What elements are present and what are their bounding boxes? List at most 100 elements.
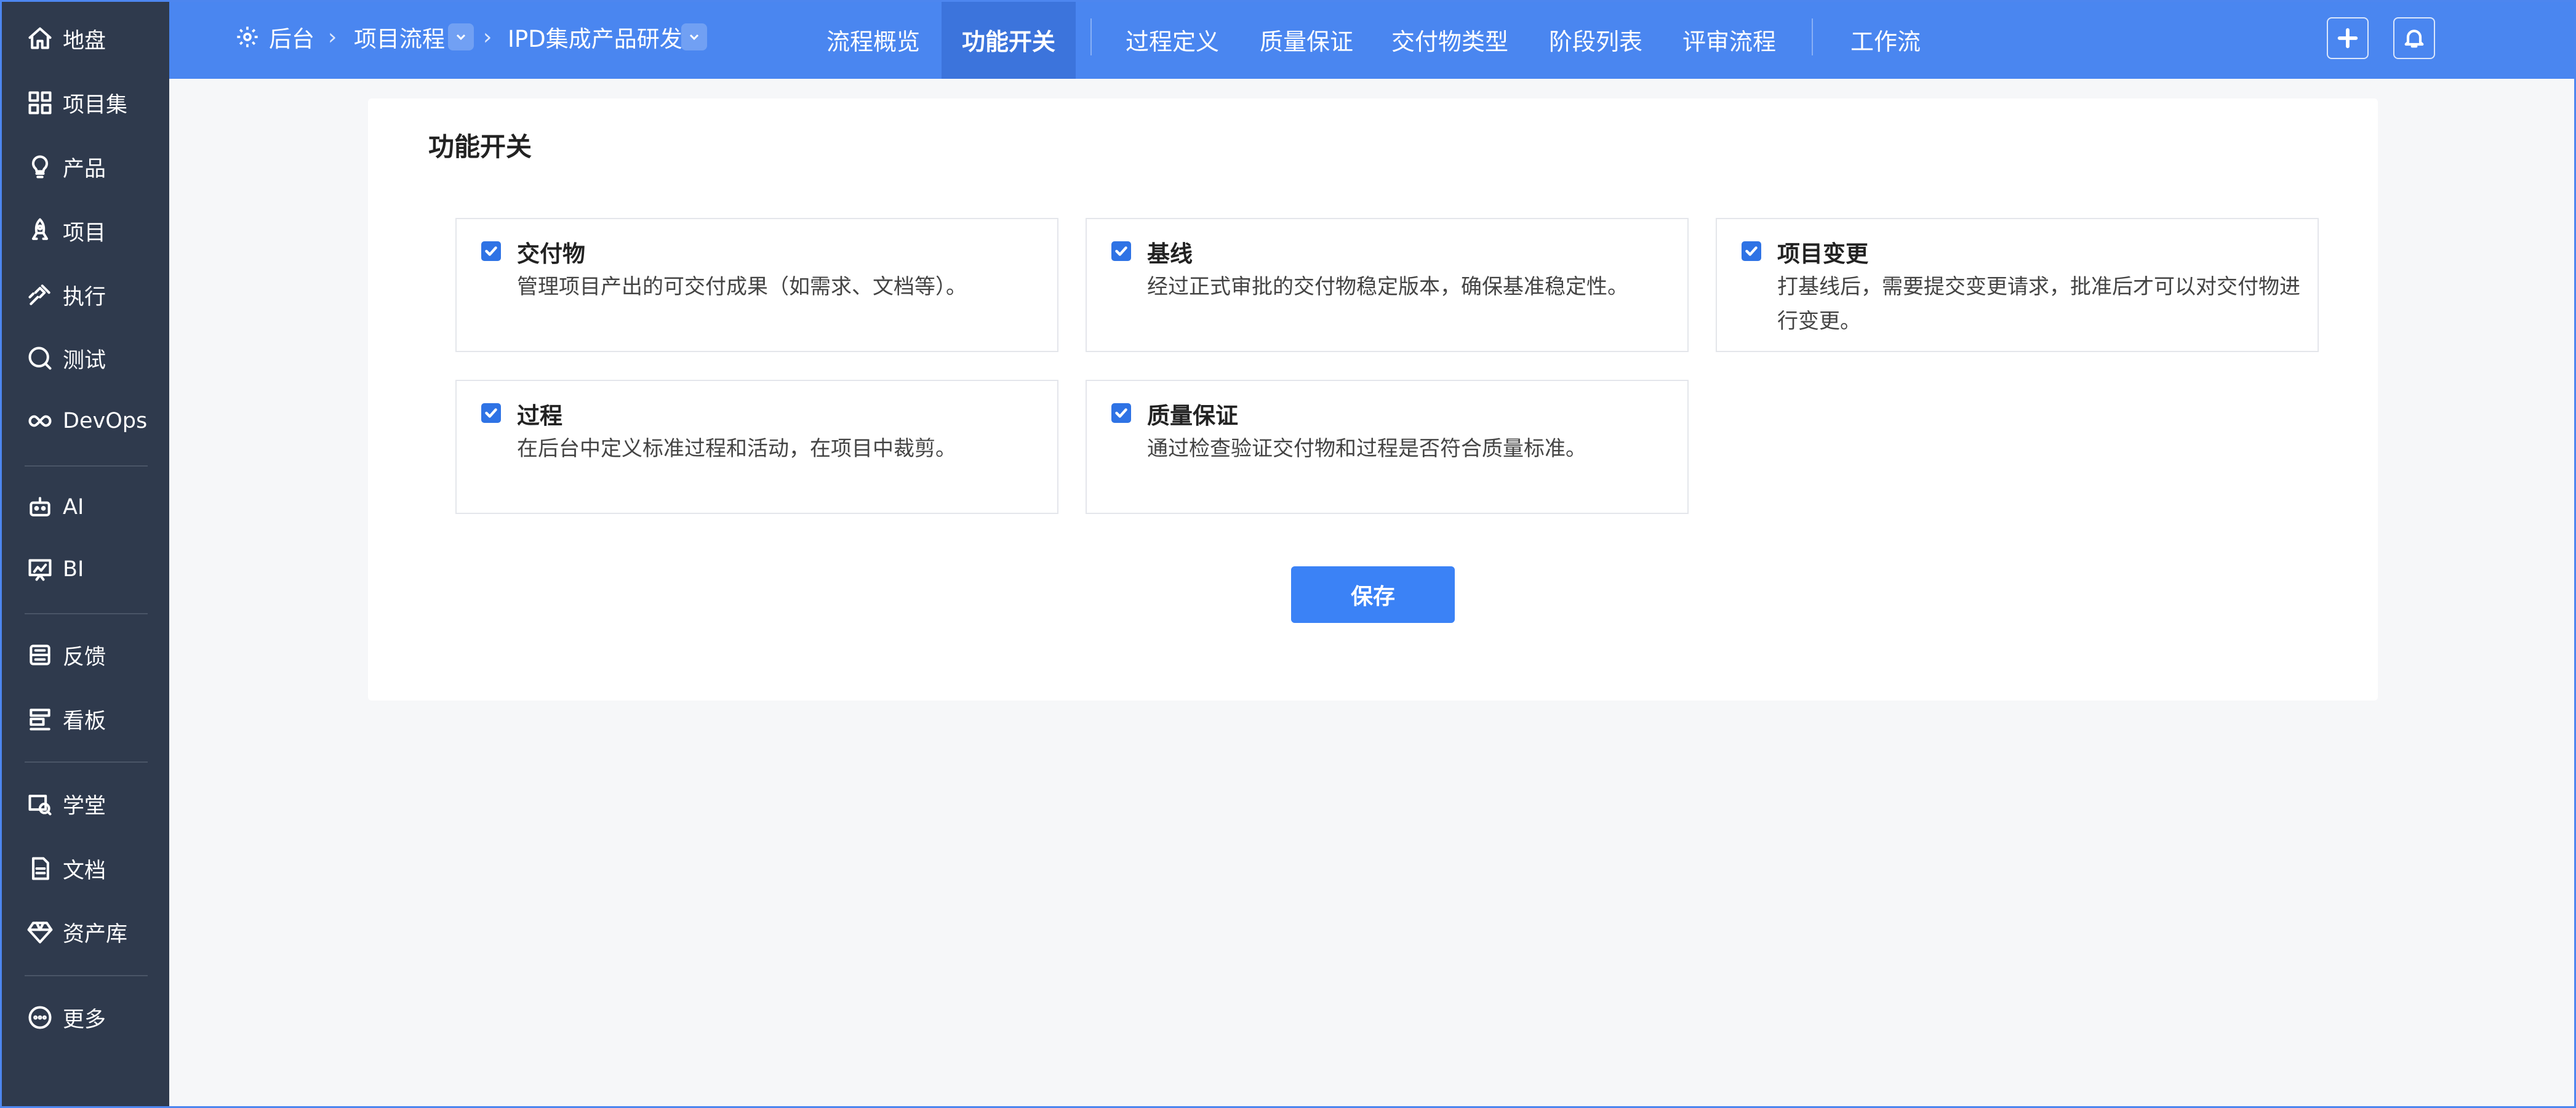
bell-icon — [2404, 30, 2424, 48]
process-checkbox[interactable] — [481, 403, 501, 423]
sidebar-item-kanban[interactable]: 看板 — [0, 697, 169, 741]
quality-assurance-checkbox[interactable] — [1111, 403, 1131, 423]
more-icon — [25, 1002, 55, 1033]
top-navbar: 后台 › 项目流程 › IPD集成产品研发 流程概览 功能开关 过程定义 质量保… — [169, 0, 2576, 79]
feature-switch-card: 功能开关 交付物 管理项目产出的可交付成果（如需求、文档等）。 基线 经过正式审… — [368, 98, 2378, 701]
home-icon — [25, 23, 55, 54]
chevron-down-icon[interactable] — [681, 23, 707, 50]
sidebar-item-execution[interactable]: 执行 — [0, 273, 169, 317]
chevron-down-icon[interactable] — [448, 23, 474, 50]
sidebar-item-label: 测试 — [63, 348, 106, 373]
tab-stage-list[interactable]: 阶段列表 — [1540, 0, 1651, 79]
school-icon — [25, 789, 55, 819]
deliverable-checkbox[interactable] — [481, 241, 501, 261]
tab-feature-switch[interactable]: 功能开关 — [942, 0, 1076, 79]
sidebar-item-feedback[interactable]: 反馈 — [0, 633, 169, 677]
sidebar-item-label: 学堂 — [63, 793, 106, 819]
check-icon — [485, 246, 497, 256]
sidebar-item-assets[interactable]: 资产库 — [0, 910, 169, 954]
tab-divider — [1090, 18, 1092, 55]
sidebar-item-test[interactable]: 测试 — [0, 336, 169, 380]
breadcrumb-admin[interactable]: 后台 — [269, 0, 314, 74]
breadcrumb-separator: › — [483, 24, 492, 50]
tab-divider — [1812, 18, 1813, 55]
sidebar-divider — [25, 465, 148, 467]
option-deliverable: 交付物 管理项目产出的可交付成果（如需求、文档等）。 — [455, 218, 1058, 352]
sidebar-divider — [25, 761, 148, 763]
breadcrumb-ipd[interactable]: IPD集成产品研发 — [508, 0, 682, 74]
sidebar-item-label: 产品 — [63, 156, 106, 182]
diamond-icon — [25, 917, 55, 947]
breadcrumb-separator: › — [328, 24, 337, 50]
kanban-icon — [25, 704, 55, 734]
sidebar-item-label: 更多 — [63, 1007, 106, 1032]
sidebar-item-label: 资产库 — [63, 921, 128, 947]
option-project-change: 项目变更 打基线后，需要提交变更请求，批准后才可以对交付物进行变更。 — [1716, 218, 2319, 352]
option-quality-assurance: 质量保证 通过检查验证交付物和过程是否符合质量标准。 — [1086, 380, 1689, 514]
tab-quality-assurance[interactable]: 质量保证 — [1251, 0, 1362, 79]
sidebar-item-label: 文档 — [63, 858, 106, 883]
page-title: 功能开关 — [428, 132, 532, 162]
sidebar-item-more[interactable]: 更多 — [0, 995, 169, 1040]
option-process: 过程 在后台中定义标准过程和活动，在项目中裁剪。 — [455, 380, 1058, 514]
sidebar-item-label: DevOps — [63, 409, 148, 433]
test-icon — [25, 343, 55, 374]
sidebar-item-label: 地盘 — [63, 28, 106, 54]
option-title: 基线 — [1147, 241, 1193, 267]
option-title: 交付物 — [517, 241, 585, 267]
tab-process-definition[interactable]: 过程定义 — [1117, 0, 1228, 79]
option-title: 质量保证 — [1147, 403, 1238, 429]
option-description: 通过检查验证交付物和过程是否符合质量标准。 — [1147, 436, 1586, 461]
bulb-icon — [25, 151, 55, 182]
option-description: 在后台中定义标准过程和活动，在项目中裁剪。 — [517, 436, 956, 461]
sidebar-item-bi[interactable]: BI — [0, 547, 169, 592]
check-icon — [485, 408, 497, 418]
notification-button[interactable] — [2393, 17, 2435, 59]
option-title: 项目变更 — [1777, 241, 1868, 267]
tab-review-flow[interactable]: 评审流程 — [1674, 0, 1785, 79]
rocket-icon — [25, 215, 55, 246]
option-description: 打基线后，需要提交变更请求，批准后才可以对交付物进行变更。 — [1777, 275, 2300, 334]
run-icon — [25, 279, 55, 310]
save-button[interactable]: 保存 — [1291, 566, 1455, 623]
check-icon — [1115, 408, 1127, 418]
sidebar-item-dashboard[interactable]: 地盘 — [0, 17, 169, 61]
check-icon — [1745, 246, 1758, 256]
breadcrumb-project-flow[interactable]: 项目流程 — [354, 0, 445, 74]
feedback-icon — [25, 640, 55, 670]
option-baseline: 基线 经过正式审批的交付物稳定版本，确保基准稳定性。 — [1086, 218, 1689, 352]
baseline-checkbox[interactable] — [1111, 241, 1131, 261]
sidebar-divider — [25, 613, 148, 614]
option-description: 经过正式审批的交付物稳定版本，确保基准稳定性。 — [1147, 275, 1628, 299]
robot-icon — [25, 492, 55, 523]
document-icon — [25, 853, 55, 884]
sidebar-item-program[interactable]: 项目集 — [0, 81, 169, 125]
tab-process-overview[interactable]: 流程概览 — [815, 0, 931, 79]
sidebar-item-label: 看板 — [63, 709, 106, 734]
option-description: 管理项目产出的可交付成果（如需求、文档等）。 — [517, 275, 967, 299]
sidebar-item-label: 反馈 — [63, 644, 106, 670]
sidebar-item-school[interactable]: 学堂 — [0, 782, 169, 826]
infinity-icon — [25, 406, 55, 436]
sidebar-item-label: 项目集 — [63, 92, 128, 118]
sidebar-item-project[interactable]: 项目 — [0, 209, 169, 253]
sidebar-item-label: BI — [63, 557, 84, 582]
project-change-checkbox[interactable] — [1742, 241, 1761, 261]
check-icon — [1115, 246, 1127, 256]
sidebar-item-devops[interactable]: DevOps — [0, 399, 169, 443]
plus-icon — [2337, 28, 2358, 49]
sidebar-item-label: AI — [63, 495, 84, 520]
add-button[interactable] — [2327, 17, 2369, 59]
tab-deliverable-types[interactable]: 交付物类型 — [1383, 0, 1517, 79]
option-title: 过程 — [517, 403, 562, 429]
sidebar: 地盘 项目集 产品 项目 执行 测试 DevOps AI BI 反馈 看板 学堂… — [0, 0, 169, 1108]
chart-board-icon — [25, 554, 55, 585]
sidebar-item-ai[interactable]: AI — [0, 485, 169, 529]
sidebar-divider — [25, 975, 148, 976]
sidebar-item-docs[interactable]: 文档 — [0, 846, 169, 891]
grid-icon — [25, 87, 55, 118]
sidebar-item-label: 执行 — [63, 284, 106, 310]
sidebar-item-product[interactable]: 产品 — [0, 145, 169, 189]
sidebar-item-label: 项目 — [63, 220, 106, 246]
tab-workflow[interactable]: 工作流 — [1839, 0, 1932, 79]
